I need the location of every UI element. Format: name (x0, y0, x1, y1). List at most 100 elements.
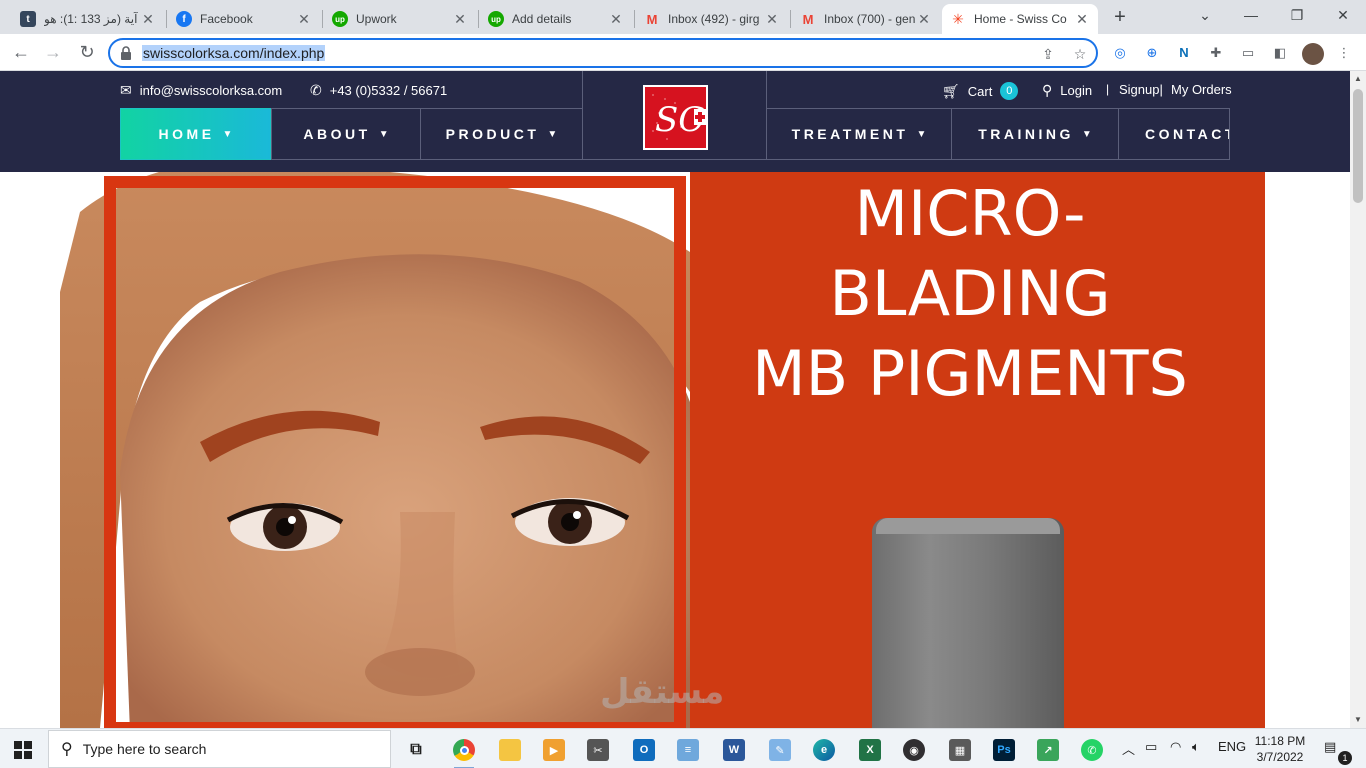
tab-add-details[interactable]: up Add details ✕ (480, 4, 632, 34)
side-panel-icon[interactable]: ◧ (1270, 43, 1290, 63)
task-view-icon[interactable]: ⧉ (398, 734, 434, 766)
signup-link[interactable]: Signup| (1119, 82, 1163, 97)
paint-icon[interactable]: ✎ (762, 734, 798, 766)
volume-icon[interactable]: 🔈︎ (1192, 739, 1200, 755)
tab-inbox-492[interactable]: M Inbox (492) - girg ✕ (636, 4, 788, 34)
tab-title: Facebook (200, 12, 253, 26)
chevron-down-icon: ▼ (547, 128, 558, 140)
nav-product-label: PRODUCT (445, 126, 540, 142)
swiss-color-logo[interactable]: SC (643, 85, 708, 150)
close-icon[interactable]: ✕ (452, 11, 468, 28)
tab-title: Home - Swiss Co (974, 12, 1067, 26)
nav-training[interactable]: TRAINING ▼ (951, 108, 1119, 160)
nav-product[interactable]: PRODUCT ▼ (420, 108, 583, 160)
language-indicator[interactable]: ENG (1218, 739, 1246, 754)
extension-globe-icon[interactable]: ⊕ (1142, 43, 1162, 63)
forward-icon[interactable]: → (40, 40, 66, 66)
nav-treatment[interactable]: TREATMENT ▼ (766, 108, 952, 160)
address-bar[interactable]: swisscolorksa.com/index.php ⇪ ☆ (108, 38, 1098, 68)
battery-icon[interactable]: ▭ (1145, 739, 1157, 755)
reload-icon[interactable]: ↻ (74, 40, 100, 66)
close-icon[interactable]: ✕ (140, 11, 156, 28)
excel-icon[interactable]: X (852, 734, 888, 766)
calculator-icon[interactable]: ▦ (942, 734, 978, 766)
extension-n-icon[interactable]: N (1174, 43, 1194, 63)
cart-label[interactable]: Cart (968, 84, 993, 99)
edge-icon[interactable]: e (806, 734, 842, 766)
file-explorer-icon[interactable] (492, 734, 528, 766)
restore-icon[interactable]: ❐ (1274, 4, 1320, 28)
bookmark-star-icon[interactable]: ☆ (1072, 46, 1088, 62)
extension-circle-icon[interactable]: ◎ (1110, 43, 1130, 63)
tab-inbox-700[interactable]: M Inbox (700) - gen ✕ (792, 4, 940, 34)
close-window-icon[interactable]: ✕ (1320, 4, 1366, 28)
windows-start-icon[interactable] (14, 741, 32, 759)
tab-swiss-color-home[interactable]: ✳ Home - Swiss Co ✕ (942, 4, 1098, 34)
new-tab-button[interactable]: + (1108, 6, 1132, 30)
notifications-icon[interactable]: ▤ (1324, 739, 1336, 755)
menu-kebab-icon[interactable]: ⋮ (1334, 43, 1354, 63)
notepad-icon[interactable]: ≡ (670, 734, 706, 766)
word-icon[interactable]: W (716, 734, 752, 766)
phone-icon: ✆ (310, 82, 322, 98)
envelope-icon: ✉ (120, 82, 132, 98)
hero-title-line-1: MICRO- (854, 177, 1086, 250)
notification-count-badge: 1 (1338, 751, 1352, 765)
snipping-tool-icon[interactable]: ✂ (580, 734, 616, 766)
close-icon[interactable]: ✕ (296, 11, 312, 28)
browser-tab-bar: t آية (مز 133 :1): هو ✕ f Facebook ✕ up … (0, 0, 1366, 34)
close-icon[interactable]: ✕ (916, 11, 932, 28)
whatsapp-icon[interactable]: ✆ (1074, 734, 1110, 766)
tumblr-icon: t (20, 11, 36, 27)
chrome-taskbar-icon[interactable] (446, 734, 482, 768)
header-signup[interactable]: Signup| (1119, 82, 1163, 97)
tab-bible-verse[interactable]: t آية (مز 133 :1): هو ✕ (12, 4, 164, 34)
email-text[interactable]: info@swisscolorksa.com (140, 83, 283, 98)
tab-title: Upwork (356, 12, 397, 26)
stocks-app-icon[interactable]: ↗ (1030, 734, 1066, 766)
close-icon[interactable]: ✕ (1074, 11, 1090, 28)
nav-home[interactable]: HOME ▼ (120, 108, 271, 160)
media-player-icon[interactable]: ▶ (536, 734, 572, 766)
nav-training-label: TRAINING (978, 126, 1074, 142)
logo-container: SC (582, 71, 767, 160)
scroll-up-icon[interactable]: ▲ (1350, 71, 1366, 87)
header-phone[interactable]: ✆ +43 (0)5332 / 56671 (310, 82, 447, 99)
tab-title: Inbox (700) - gen (824, 12, 916, 26)
wifi-icon[interactable]: ◠ (1170, 739, 1181, 755)
outlook-icon[interactable]: O (626, 734, 662, 766)
back-icon[interactable]: ← (8, 40, 34, 66)
tab-search-icon[interactable]: ⌄ (1182, 4, 1228, 28)
minimize-icon[interactable]: — (1228, 4, 1274, 28)
cart-count-badge: 0 (1000, 82, 1019, 100)
extensions-puzzle-icon[interactable]: ✚ (1206, 43, 1226, 63)
header-my-orders[interactable]: My Orders (1171, 82, 1232, 97)
scroll-thumb[interactable] (1353, 89, 1363, 203)
clock-date: 3/7/2022 (1256, 750, 1304, 764)
upwork-icon: up (332, 11, 348, 27)
nav-about[interactable]: ABOUT ▼ (271, 108, 421, 160)
header-cart[interactable]: 🛒︎ Cart 0 (942, 82, 1019, 100)
tray-overflow-icon[interactable]: ︿ (1122, 739, 1135, 758)
photoshop-icon[interactable]: Ps (986, 734, 1022, 766)
obs-icon[interactable]: ◉ (896, 734, 932, 766)
header-login[interactable]: ⚲ Login (1042, 82, 1092, 99)
search-icon: ⚲ (61, 741, 73, 758)
taskbar-search-box[interactable]: ⚲ Type here to search (48, 730, 391, 768)
share-icon[interactable]: ⇪ (1040, 46, 1056, 62)
close-icon[interactable]: ✕ (608, 11, 624, 28)
cast-icon[interactable]: ▭ (1238, 43, 1258, 63)
system-clock[interactable]: 11:18 PM 3/7/2022 (1250, 733, 1310, 765)
scroll-down-icon[interactable]: ▼ (1350, 712, 1366, 728)
tab-upwork[interactable]: up Upwork ✕ (324, 4, 476, 34)
profile-avatar[interactable] (1302, 43, 1324, 65)
login-link[interactable]: Login (1060, 83, 1092, 98)
my-orders-link[interactable]: My Orders (1171, 82, 1232, 97)
nav-contact[interactable]: CONTACT (1118, 108, 1230, 160)
page-scrollbar[interactable]: ▲ ▼ (1350, 71, 1366, 728)
url-text[interactable]: swisscolorksa.com/index.php (142, 45, 326, 61)
header-email[interactable]: ✉ info@swisscolorksa.com (120, 82, 282, 99)
phone-text[interactable]: +43 (0)5332 / 56671 (330, 83, 447, 98)
tab-facebook[interactable]: f Facebook ✕ (168, 4, 320, 34)
close-icon[interactable]: ✕ (764, 11, 780, 28)
